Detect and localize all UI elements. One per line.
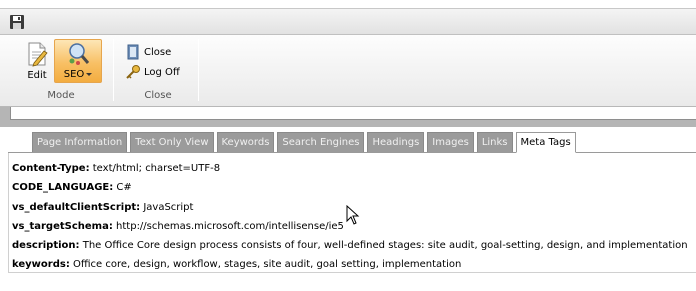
meta-tag-key: vs_targetSchema:	[12, 220, 113, 232]
group-divider	[113, 39, 114, 101]
key-icon	[125, 64, 141, 80]
tab-images[interactable]: Images	[427, 132, 474, 152]
tab-search-engines[interactable]: Search Engines	[277, 132, 365, 152]
meta-tag-key: keywords:	[12, 259, 70, 271]
quick-access-toolbar	[0, 8, 696, 35]
meta-tag-value: The Office Core design process consists …	[79, 240, 688, 252]
edit-label: Edit	[27, 70, 47, 81]
meta-tag-row: Content-Type: text/html; charset=UTF-8	[12, 159, 696, 178]
tab-links[interactable]: Links	[476, 132, 513, 152]
meta-tag-key: vs_defaultClientScript:	[12, 201, 141, 213]
meta-tag-key: Content-Type:	[12, 163, 90, 174]
edit-button[interactable]: Edit	[20, 39, 54, 83]
logoff-button[interactable]: Log Off	[125, 63, 180, 81]
tab-headings[interactable]: Headings	[367, 132, 425, 152]
tab-keywords[interactable]: Keywords	[216, 132, 275, 152]
tab-meta-tags[interactable]: Meta Tags	[515, 132, 576, 153]
ribbon: Edit SEO Mode Close Log Off Close	[0, 35, 696, 107]
mode-group: Edit SEO Mode	[8, 35, 114, 107]
tab-page-information[interactable]: Page Information	[32, 132, 128, 152]
ribbon-splitter	[0, 107, 696, 127]
meta-tag-value: Office core, design, workflow, stages, s…	[69, 259, 462, 271]
close-group: Close Log Off Close	[117, 35, 199, 107]
tab-strip: Page Information Text Only View Keywords Se…	[0, 127, 696, 153]
mode-group-label: Mode	[47, 90, 75, 101]
chevron-down-icon	[86, 72, 93, 76]
meta-tag-key: description:	[12, 240, 80, 252]
tabs: Page Information Text Only View Keywords Se…	[32, 132, 576, 153]
edit-icon	[25, 42, 49, 70]
seo-label: SEO	[63, 69, 85, 80]
meta-tag-row: CODE_LANGUAGE: C#	[12, 178, 696, 197]
meta-tag-value: C#	[113, 182, 132, 194]
close-label: Close	[144, 46, 172, 58]
save-icon[interactable]	[8, 13, 26, 31]
seo-button[interactable]: SEO	[54, 39, 102, 83]
logoff-label: Log Off	[144, 66, 180, 78]
close-button[interactable]: Close	[125, 43, 171, 61]
close-document-icon	[125, 44, 141, 60]
close-group-label: Close	[144, 90, 172, 101]
meta-tag-key: CODE_LANGUAGE:	[12, 182, 114, 194]
meta-tag-row: keywords: Office core, design, workflow,…	[12, 255, 696, 274]
meta-tag-row: description: The Office Core design proc…	[12, 236, 696, 255]
meta-tag-value: text/html; charset=UTF-8	[89, 163, 221, 174]
group-divider	[198, 39, 199, 101]
mouse-cursor-icon	[346, 204, 360, 225]
tab-text-only-view[interactable]: Text Only View	[130, 132, 214, 152]
meta-tag-value: http://schemas.microsoft.com/intellisens…	[112, 220, 344, 232]
meta-tag-value: JavaScript	[140, 201, 194, 213]
